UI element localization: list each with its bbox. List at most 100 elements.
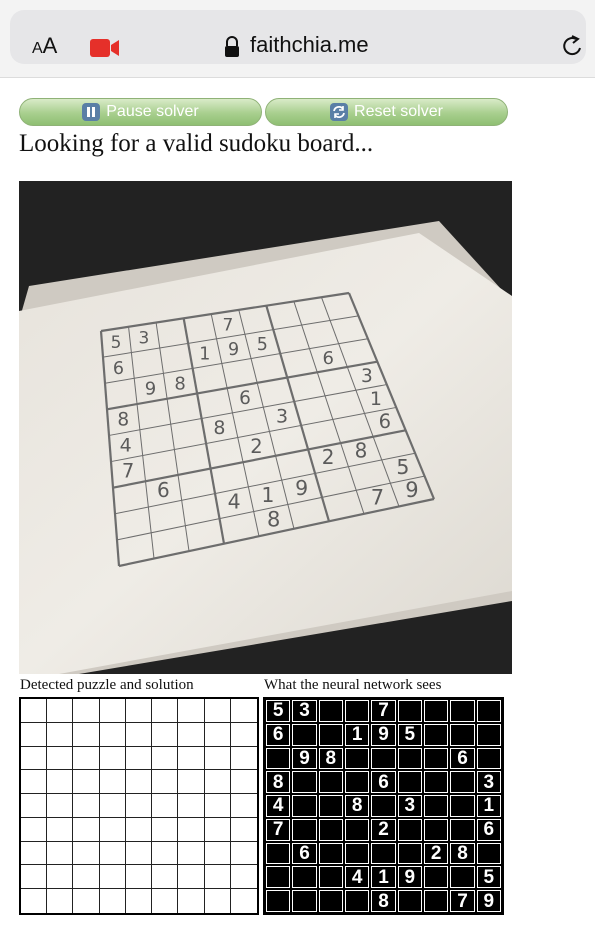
- board-digit: 5: [257, 335, 268, 355]
- nn-cell: [345, 818, 370, 841]
- solution-cell: [47, 889, 74, 913]
- nn-cell: 8: [450, 842, 475, 865]
- nn-cell: 4: [345, 866, 370, 889]
- solution-cell: [152, 794, 179, 818]
- solution-cell: [73, 841, 100, 866]
- solution-cell: [230, 842, 257, 866]
- nn-cell: [345, 890, 370, 912]
- text-size-button[interactable]: AA: [32, 33, 57, 59]
- solution-cell: [47, 794, 74, 818]
- nn-cell: [318, 818, 343, 841]
- solution-cell: [152, 746, 179, 771]
- nn-cell: 6: [450, 747, 475, 770]
- nn-cell: 9: [397, 866, 422, 889]
- solution-cell: [125, 794, 153, 818]
- board-digit: 7: [371, 485, 384, 509]
- board-digit: 8: [267, 507, 280, 531]
- nn-cell: 6: [266, 723, 291, 746]
- solution-cell: [152, 817, 179, 842]
- solution-cell: [21, 722, 48, 747]
- solution-cell: [73, 794, 100, 818]
- nn-cell: 1: [345, 723, 370, 746]
- board-digit: 3: [139, 328, 150, 348]
- nn-cell: [450, 818, 475, 841]
- board-digit: 6: [379, 410, 391, 433]
- solution-cell: [152, 889, 179, 913]
- board-digit: 9: [405, 478, 418, 502]
- video-camera-icon[interactable]: [90, 38, 120, 58]
- solution-cell: [178, 889, 205, 913]
- solution-cell: [99, 746, 126, 771]
- solution-cell: [230, 818, 257, 842]
- nn-cell: [424, 890, 449, 912]
- reset-solver-button[interactable]: Reset solver: [265, 98, 508, 126]
- nn-cell: [450, 723, 475, 746]
- solution-cell: [230, 747, 257, 771]
- nn-cell: [345, 842, 370, 865]
- nn-cell: 6: [476, 818, 501, 841]
- nn-cell: [292, 866, 317, 889]
- nn-cell: 7: [450, 890, 475, 912]
- nn-cell: [424, 866, 449, 889]
- solution-cell: [230, 723, 257, 747]
- solution-cell: [21, 770, 48, 795]
- solution-cell: [125, 722, 153, 747]
- solution-cell: [204, 699, 231, 723]
- nn-cell: [318, 890, 343, 912]
- solution-cell: [178, 794, 205, 818]
- solution-cell: [99, 770, 126, 795]
- solution-cell: [125, 817, 153, 842]
- solution-cell: [152, 865, 179, 890]
- solution-cell: [47, 699, 74, 723]
- nn-cell: [318, 700, 343, 722]
- nn-cell: [371, 795, 396, 817]
- solution-cell: [152, 722, 179, 747]
- reload-icon[interactable]: [560, 35, 584, 59]
- solution-cell: [178, 817, 205, 842]
- nn-cell: [397, 700, 422, 722]
- camera-feed: 537619598686348317266284195879: [19, 181, 512, 674]
- board-digit: 5: [111, 333, 122, 353]
- solution-cell: [125, 770, 153, 795]
- nn-cell: [450, 795, 475, 817]
- solution-cell: [178, 722, 205, 747]
- address-bar[interactable]: AA faithchia.me: [10, 10, 586, 64]
- solution-cell: [47, 770, 74, 795]
- solution-cell: [73, 770, 100, 795]
- board-digit: 1: [261, 483, 274, 507]
- nn-cell: [424, 747, 449, 770]
- solution-cell: [152, 699, 179, 723]
- board-digit: 9: [228, 340, 239, 360]
- pause-solver-button[interactable]: Pause solver: [19, 98, 262, 126]
- nn-cell: [266, 747, 291, 770]
- nn-cell: 1: [371, 866, 396, 889]
- solution-cell: [100, 889, 126, 913]
- nn-cell: [345, 771, 370, 794]
- nn-cell: 1: [476, 795, 501, 817]
- detected-puzzle-caption: Detected puzzle and solution: [20, 677, 194, 693]
- solution-cell: [230, 794, 257, 818]
- nn-cell: 9: [292, 747, 317, 770]
- solution-cell: [230, 699, 257, 723]
- nn-cell: [424, 771, 449, 794]
- board-digit: 5: [396, 455, 409, 479]
- board-digit: 1: [370, 388, 382, 410]
- board-digit: 2: [322, 445, 335, 469]
- solution-cell: [230, 865, 257, 890]
- camera-frame: 5 3761 9 59 86863483172662 84 1 9587 9: [19, 181, 512, 674]
- board-digit: 6: [322, 348, 333, 369]
- solution-cell: [125, 699, 153, 723]
- solution-cell: [47, 841, 74, 866]
- solution-cell: [204, 746, 231, 771]
- solution-cell: [99, 865, 126, 890]
- nn-cell: [345, 747, 370, 770]
- nn-cell: [266, 842, 291, 865]
- nn-cell: 9: [371, 723, 396, 746]
- url-text[interactable]: faithchia.me: [250, 32, 369, 58]
- solution-cell: [99, 794, 126, 818]
- neural-network-caption: What the neural network sees: [264, 677, 442, 693]
- nn-cell: 5: [476, 866, 501, 889]
- nn-cell: [476, 700, 501, 722]
- solution-cell: [47, 865, 74, 890]
- solution-cell: [99, 817, 126, 842]
